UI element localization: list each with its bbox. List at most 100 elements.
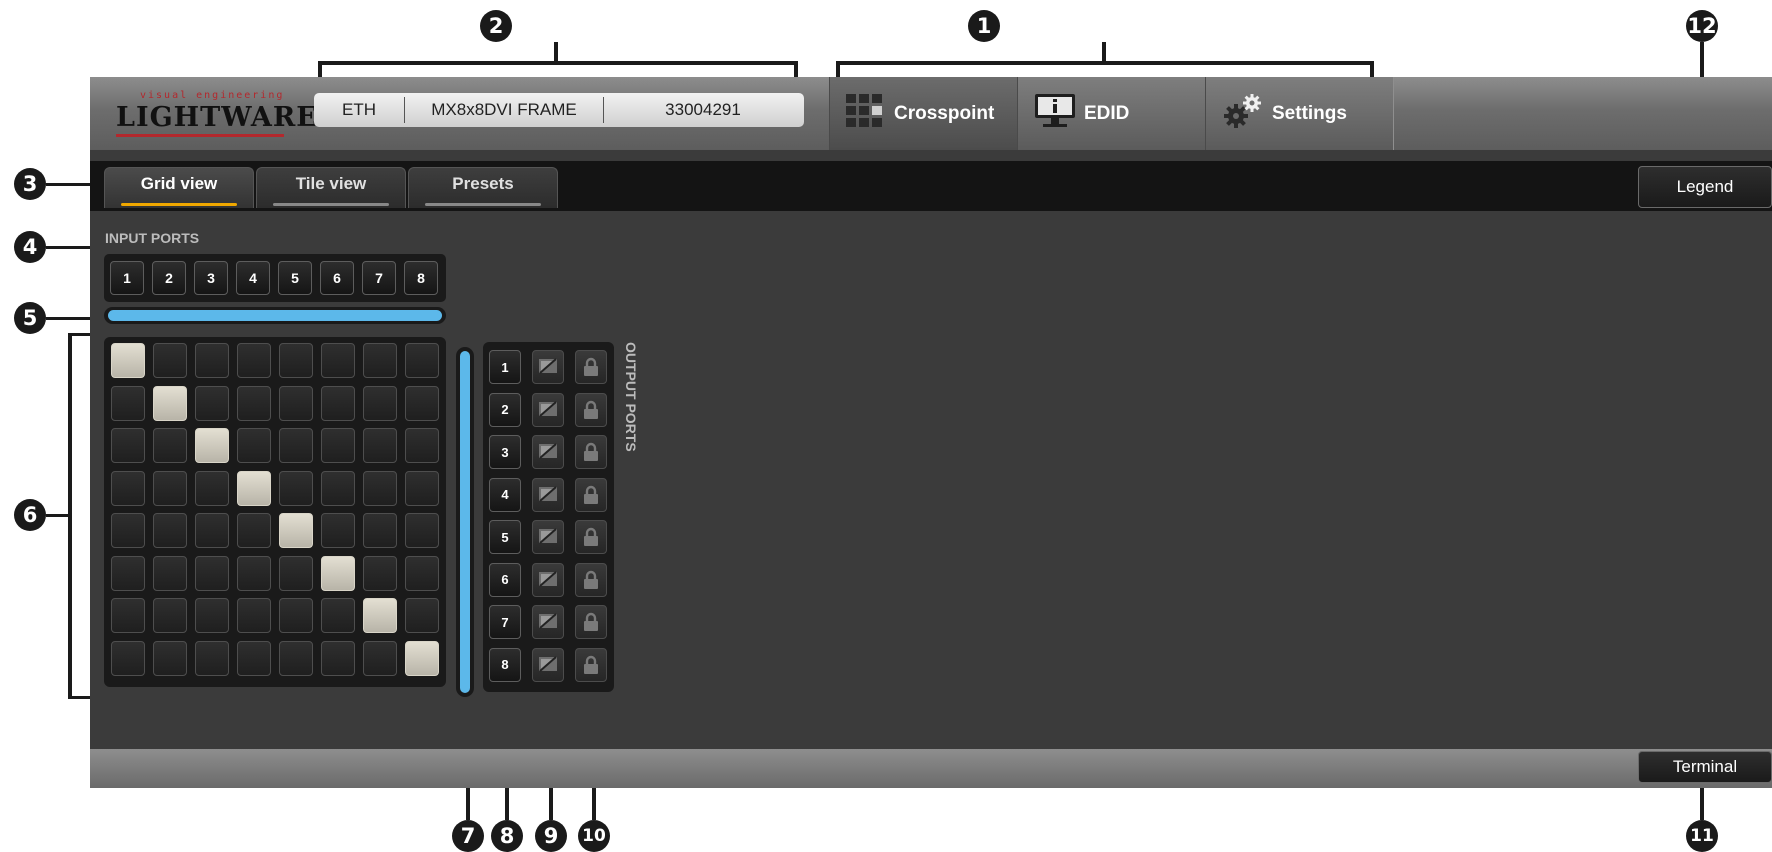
crosspoint-cell[interactable] — [237, 385, 271, 421]
crosspoint-cell[interactable] — [195, 555, 229, 591]
crosspoint-cell[interactable] — [363, 640, 397, 676]
crosspoint-cell[interactable] — [153, 555, 187, 591]
mute-output-icon[interactable] — [532, 435, 564, 469]
crosspoint-cell[interactable] — [405, 385, 439, 421]
crosspoint-cell[interactable] — [279, 555, 313, 591]
output-port-button[interactable]: 3 — [489, 435, 521, 469]
crosspoint-cell[interactable] — [321, 598, 355, 633]
crosspoint-cell[interactable] — [237, 343, 271, 378]
crosspoint-cell[interactable] — [195, 598, 229, 633]
input-port-button[interactable]: 7 — [362, 261, 396, 295]
tab-crosspoint[interactable]: Crosspoint — [829, 77, 1018, 150]
crosspoint-cell[interactable] — [153, 640, 187, 676]
crosspoint-cell[interactable] — [153, 513, 187, 548]
lock-output-icon[interactable] — [575, 520, 607, 554]
output-port-button[interactable]: 7 — [489, 605, 521, 639]
crosspoint-cell[interactable] — [405, 470, 439, 506]
crosspoint-cell[interactable] — [237, 428, 271, 463]
crosspoint-cell[interactable] — [405, 555, 439, 591]
tab-grid-view[interactable]: Grid view — [104, 167, 254, 208]
crosspoint-cell[interactable] — [153, 598, 187, 633]
crosspoint-cell[interactable] — [111, 470, 145, 506]
tab-edid[interactable]: EDID — [1017, 77, 1206, 150]
crosspoint-cell[interactable] — [279, 385, 313, 421]
output-port-button[interactable]: 8 — [489, 647, 521, 682]
crosspoint-cell[interactable] — [363, 343, 397, 378]
output-port-button[interactable]: 1 — [489, 350, 521, 384]
crosspoint-cell[interactable] — [111, 555, 145, 591]
crosspoint-cell[interactable] — [195, 385, 229, 421]
crosspoint-cell[interactable] — [111, 598, 145, 633]
crosspoint-cell[interactable] — [153, 343, 187, 378]
crosspoint-cell[interactable] — [363, 385, 397, 421]
terminal-button[interactable]: Terminal — [1638, 751, 1772, 783]
crosspoint-cell[interactable] — [111, 513, 145, 548]
mute-output-icon[interactable] — [532, 520, 564, 554]
crosspoint-cell[interactable] — [111, 640, 145, 676]
crosspoint-cell-connected[interactable] — [153, 385, 187, 421]
lock-output-icon[interactable] — [575, 435, 607, 469]
mute-output-icon[interactable] — [532, 605, 564, 639]
mute-output-icon[interactable] — [532, 477, 564, 512]
lock-output-icon[interactable] — [575, 562, 607, 597]
tab-presets[interactable]: Presets — [408, 167, 558, 208]
crosspoint-cell-connected[interactable] — [363, 598, 397, 633]
crosspoint-cell[interactable] — [111, 385, 145, 421]
lock-output-icon[interactable] — [575, 605, 607, 639]
mute-output-icon[interactable] — [532, 350, 564, 384]
crosspoint-cell[interactable] — [405, 513, 439, 548]
crosspoint-cell-connected[interactable] — [111, 343, 145, 378]
input-port-button[interactable]: 3 — [194, 261, 228, 295]
output-port-button[interactable]: 2 — [489, 392, 521, 427]
crosspoint-cell[interactable] — [363, 555, 397, 591]
crosspoint-cell[interactable] — [237, 640, 271, 676]
crosspoint-cell[interactable] — [195, 513, 229, 548]
crosspoint-cell[interactable] — [363, 428, 397, 463]
crosspoint-cell[interactable] — [405, 428, 439, 463]
crosspoint-cell[interactable] — [195, 470, 229, 506]
crosspoint-cell[interactable] — [321, 385, 355, 421]
crosspoint-cell[interactable] — [321, 513, 355, 548]
input-port-button[interactable]: 5 — [278, 261, 312, 295]
crosspoint-cell[interactable] — [321, 640, 355, 676]
crosspoint-cell[interactable] — [279, 470, 313, 506]
input-port-button[interactable]: 2 — [152, 261, 186, 295]
output-port-button[interactable]: 6 — [489, 562, 521, 597]
lock-output-icon[interactable] — [575, 350, 607, 384]
input-selection-bar[interactable] — [104, 307, 446, 324]
mute-output-icon[interactable] — [532, 647, 564, 682]
tab-settings[interactable]: Settings — [1205, 77, 1394, 150]
crosspoint-cell[interactable] — [195, 343, 229, 378]
crosspoint-cell[interactable] — [279, 428, 313, 463]
input-port-button[interactable]: 1 — [110, 261, 144, 295]
crosspoint-cell[interactable] — [321, 470, 355, 506]
crosspoint-cell[interactable] — [363, 470, 397, 506]
crosspoint-cell[interactable] — [237, 513, 271, 548]
crosspoint-cell[interactable] — [363, 513, 397, 548]
crosspoint-cell[interactable] — [237, 598, 271, 633]
lock-output-icon[interactable] — [575, 647, 607, 682]
crosspoint-cell-connected[interactable] — [321, 555, 355, 591]
output-selection-bar[interactable] — [456, 347, 474, 697]
crosspoint-cell[interactable] — [111, 428, 145, 463]
crosspoint-cell[interactable] — [321, 343, 355, 378]
crosspoint-cell-connected[interactable] — [195, 428, 229, 463]
crosspoint-cell[interactable] — [279, 640, 313, 676]
crosspoint-cell[interactable] — [405, 598, 439, 633]
crosspoint-cell[interactable] — [405, 343, 439, 378]
crosspoint-cell[interactable] — [153, 428, 187, 463]
output-port-button[interactable]: 4 — [489, 477, 521, 512]
input-port-button[interactable]: 4 — [236, 261, 270, 295]
output-port-button[interactable]: 5 — [489, 520, 521, 554]
crosspoint-cell-connected[interactable] — [237, 470, 271, 506]
mute-output-icon[interactable] — [532, 562, 564, 597]
tab-tile-view[interactable]: Tile view — [256, 167, 406, 208]
crosspoint-cell[interactable] — [237, 555, 271, 591]
crosspoint-cell[interactable] — [279, 343, 313, 378]
crosspoint-cell[interactable] — [279, 598, 313, 633]
lock-output-icon[interactable] — [575, 477, 607, 512]
legend-button[interactable]: Legend — [1638, 166, 1772, 208]
lock-output-icon[interactable] — [575, 392, 607, 427]
input-port-button[interactable]: 8 — [404, 261, 438, 295]
crosspoint-cell[interactable] — [321, 428, 355, 463]
